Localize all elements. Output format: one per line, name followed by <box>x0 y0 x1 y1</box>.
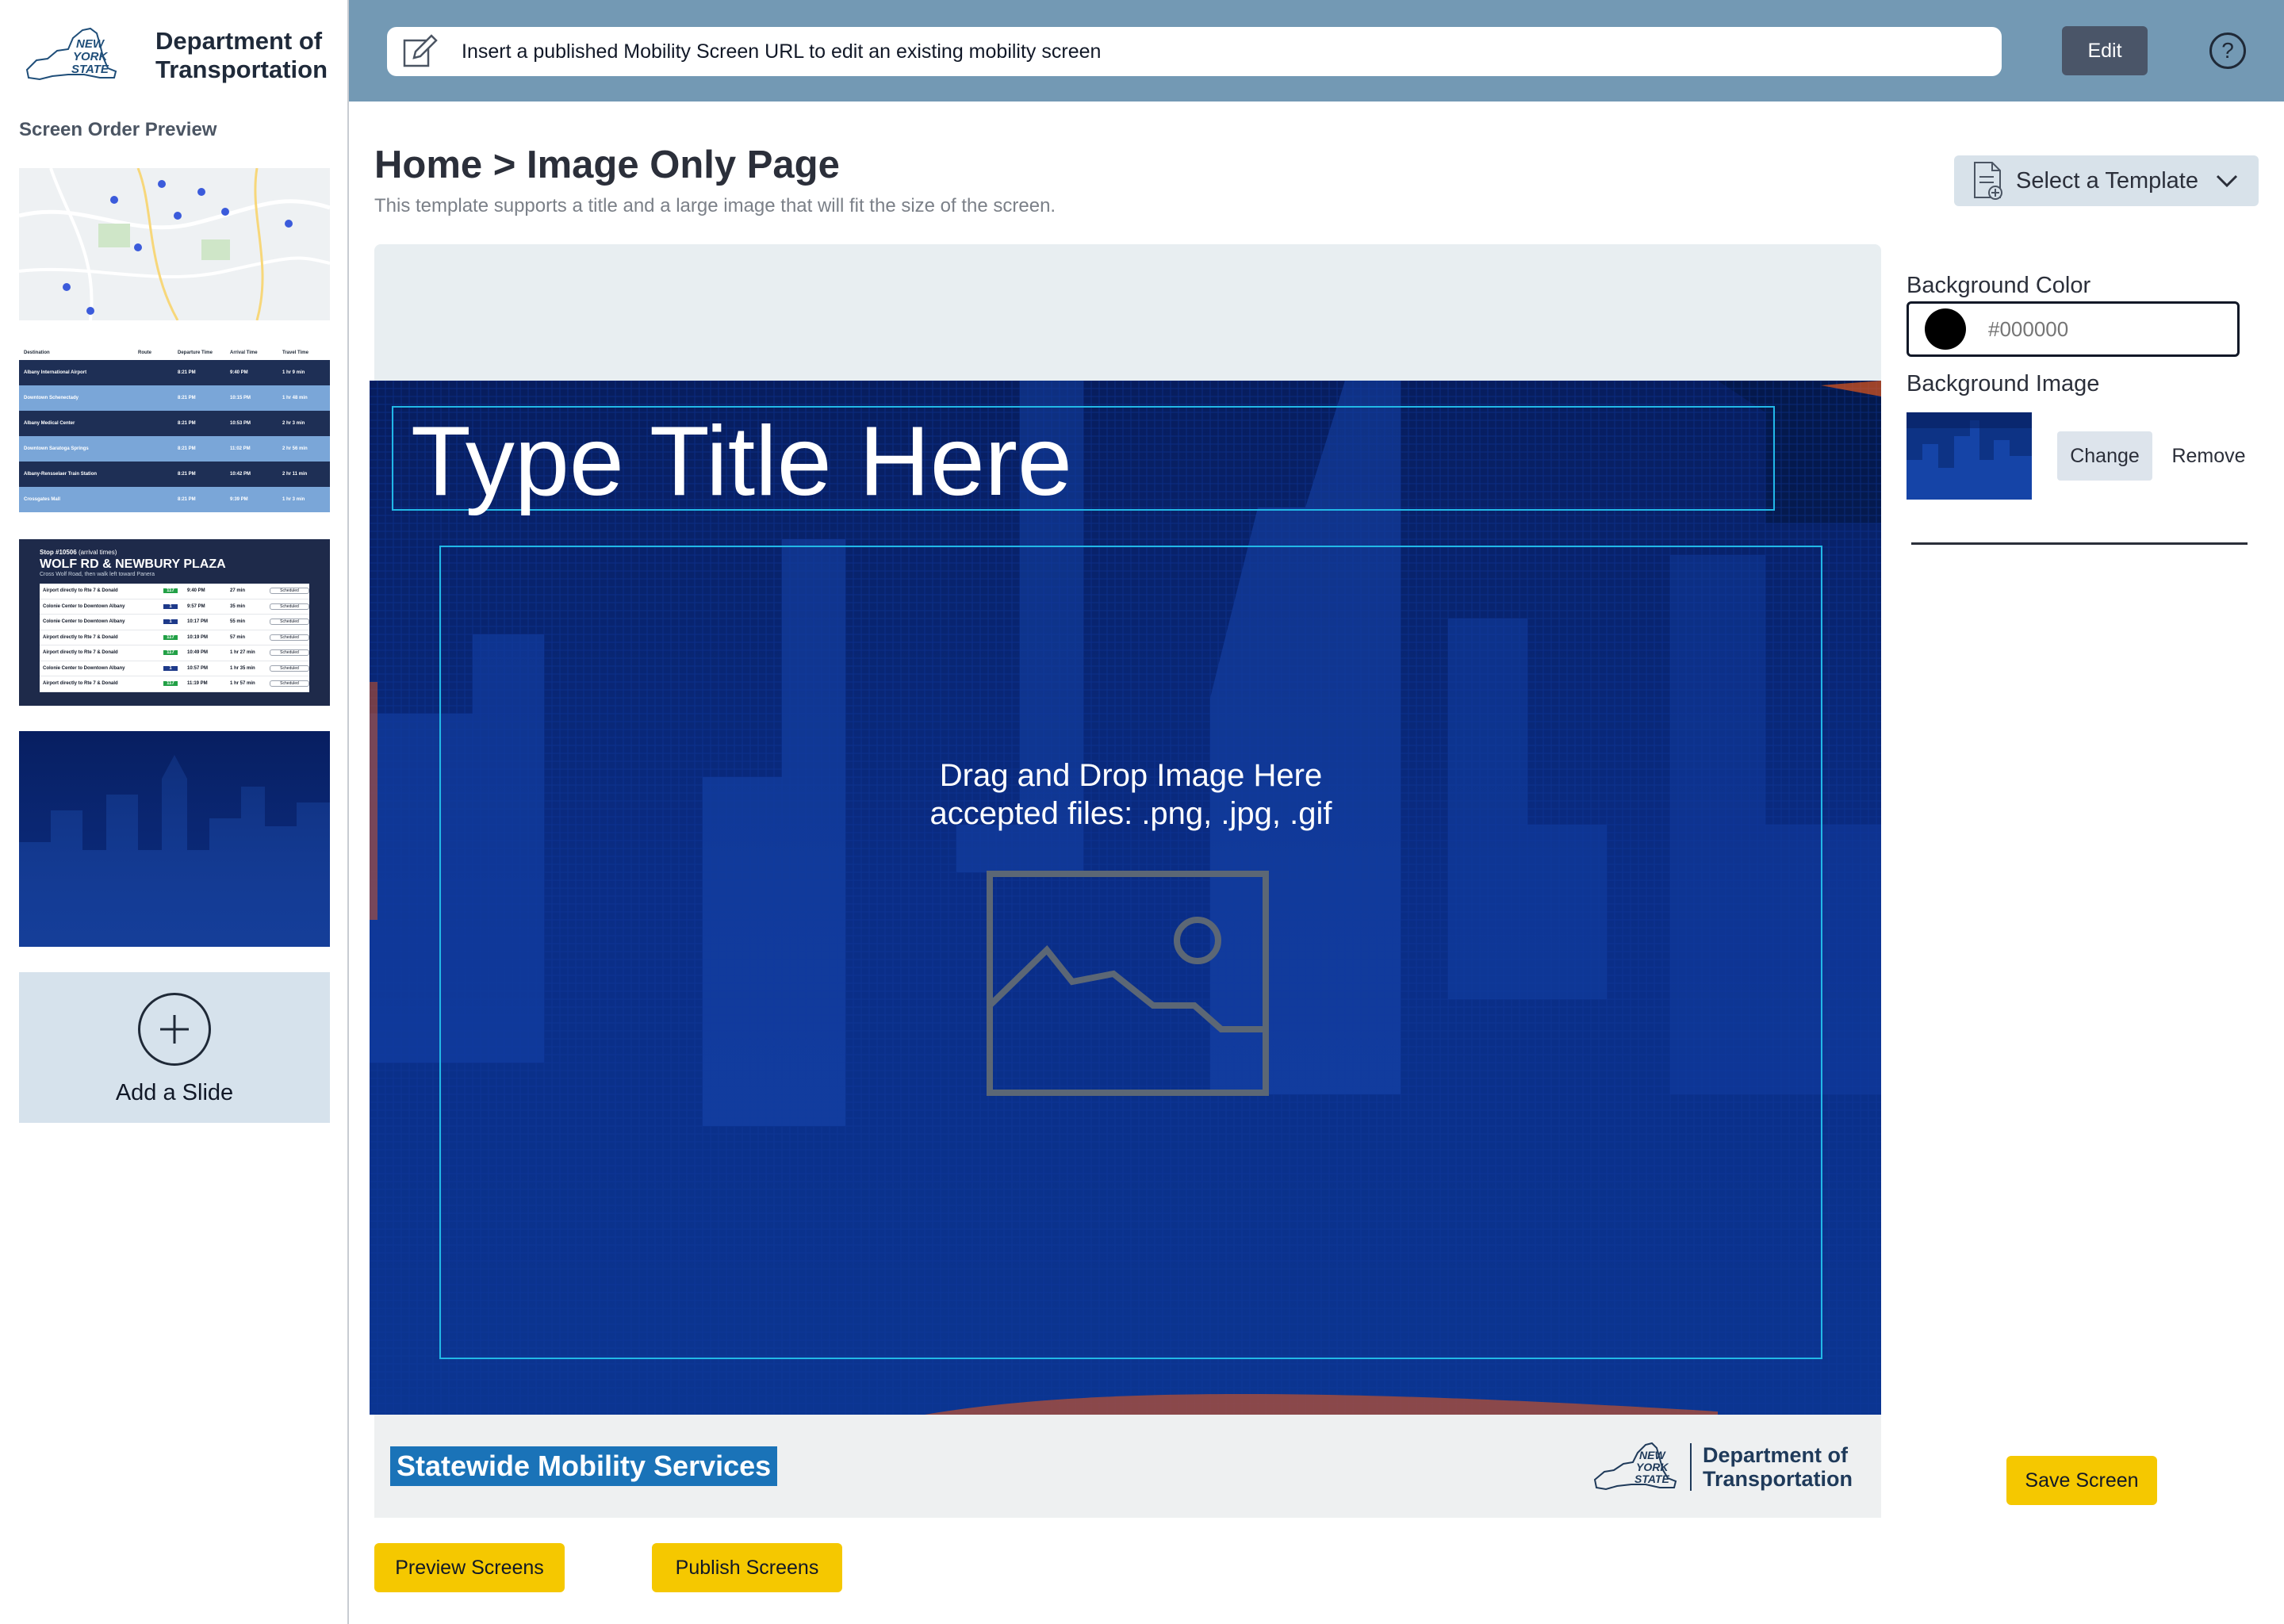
svg-text:STATE: STATE <box>1634 1473 1669 1485</box>
screen-canvas: Type Title Here Drag and Drop Image Here… <box>370 381 1881 1415</box>
chevron-down-icon <box>2216 174 2238 188</box>
skyline-preview-image <box>19 731 330 947</box>
image-drop-zone[interactable]: Drag and Drop Image Here accepted files:… <box>439 546 1822 1359</box>
document-add-icon <box>1974 162 2002 200</box>
plus-circle-icon <box>138 993 211 1066</box>
page-description: This template supports a title and a lar… <box>374 195 1056 216</box>
slide-thumbnail-destination-table[interactable]: Destination Route Departure Time Arrival… <box>19 346 330 512</box>
breadcrumb: Home > Image Only Page <box>374 144 840 186</box>
stop-title: WOLF RD & NEWBURY PLAZA <box>40 557 226 571</box>
canvas-header-area <box>374 244 1881 381</box>
thumb-table-row: Albany International Airport 8:21 PM 9:40 … <box>19 360 330 385</box>
publish-screens-button[interactable]: Publish Screens <box>652 1543 842 1592</box>
help-icon[interactable]: ? <box>2209 33 2246 69</box>
stop-number: Stop #10506 <box>40 549 77 556</box>
stop-table: Airport directly to Rte 7 & Donald 117 9:4… <box>40 584 309 692</box>
stop-suffix: (arrival times) <box>78 549 117 556</box>
background-image-preview <box>1907 412 2032 500</box>
stop-table-row: Colonie Center to Downtown Albany 1 10:17 … <box>40 615 309 630</box>
edit-button[interactable]: Edit <box>2062 26 2148 75</box>
select-template-dropdown[interactable]: Select a Template <box>1954 155 2259 206</box>
stop-table-row: Airport directly to Rte 7 & Donald 117 10:… <box>40 645 309 661</box>
preview-screens-button[interactable]: Preview Screens <box>374 1543 565 1592</box>
thumb-table-rows: Albany International Airport 8:21 PM 9:40 … <box>19 360 330 512</box>
stop-table-row: Airport directly to Rte 7 & Donald 117 9:4… <box>40 584 309 599</box>
drop-instructions: Drag and Drop Image Here accepted files:… <box>929 758 1332 831</box>
thumb-table-row: Downtown Saratoga Springs 8:21 PM 11:02 PM… <box>19 436 330 462</box>
background-color-field[interactable] <box>1907 301 2240 357</box>
department-name: Department of Transportation <box>155 27 328 83</box>
background-color-input[interactable] <box>1988 316 2226 342</box>
canvas-footer: Statewide Mobility Services NEW YORK STA… <box>374 1415 1881 1518</box>
image-placeholder-icon <box>987 871 1269 1096</box>
slide-thumbnail-image-only[interactable] <box>19 731 330 947</box>
screen-order-preview-title: Screen Order Preview <box>19 119 217 140</box>
add-slide-label: Add a Slide <box>115 1080 234 1105</box>
edit-pencil-icon <box>395 27 443 76</box>
svg-text:YORK: YORK <box>1636 1461 1669 1473</box>
sidebar: NEW YORK STATE Department of Transportat… <box>0 0 349 1624</box>
nysdot-logo: NEW YORK STATE Department of Transportat… <box>21 22 338 89</box>
footer-nysdot-logo: NEW YORK STATE Department of Transportat… <box>1592 1438 1853 1496</box>
svg-text:NEW: NEW <box>1639 1449 1666 1461</box>
panel-divider <box>1911 542 2248 545</box>
footer-department-name: Department of Transportation <box>1689 1443 1853 1491</box>
svg-text:STATE: STATE <box>71 63 109 76</box>
thumb-table-header: Destination Route Departure Time Arrival… <box>19 346 330 360</box>
slide-thumbnail-stop-schedule[interactable]: Stop #10506 (arrival times) WOLF RD & NE… <box>19 539 330 706</box>
save-screen-button[interactable]: Save Screen <box>2006 1456 2157 1505</box>
top-bar: Edit ? <box>349 0 2284 102</box>
screen-url-field[interactable] <box>387 27 2002 76</box>
map-preview-image <box>19 168 330 320</box>
new-york-state-logo-icon: NEW YORK STATE <box>21 22 124 89</box>
slide-thumbnail-map[interactable] <box>19 168 330 320</box>
select-template-label: Select a Template <box>2016 167 2198 193</box>
thumb-table-row: Downtown Schenectady 8:21 PM 10:15 PM 1 hr … <box>19 385 330 411</box>
stop-table-row: Airport directly to Rte 7 & Donald 117 10:… <box>40 630 309 645</box>
change-image-button[interactable]: Change <box>2057 431 2152 481</box>
screen-title[interactable]: Type Title Here <box>411 412 1072 511</box>
stop-table-row: Colonie Center to Downtown Albany 1 10:57 … <box>40 661 309 676</box>
stop-table-row: Colonie Center to Downtown Albany 1 9:57 P… <box>40 599 309 615</box>
screen-url-input[interactable] <box>462 40 1968 63</box>
stop-table-row: Airport directly to Rte 7 & Donald 117 11:… <box>40 676 309 692</box>
add-slide-button[interactable]: Add a Slide <box>19 972 330 1123</box>
footer-new-york-state-icon: NEW YORK STATE <box>1593 1442 1677 1491</box>
thumb-table-row: Crossgates Mall 8:21 PM 9:39 PM 1 hr 3 min <box>19 487 330 512</box>
thumb-table-row: Albany Medical Center 8:21 PM 10:53 PM 2 hr… <box>19 411 330 436</box>
background-color-label: Background Color <box>1907 273 2091 298</box>
background-image-thumbnail <box>1907 412 2032 500</box>
svg-text:YORK: YORK <box>73 50 109 63</box>
svg-text:NEW: NEW <box>76 37 105 51</box>
title-input-box[interactable]: Type Title Here <box>392 406 1775 511</box>
color-swatch[interactable] <box>1925 308 1966 350</box>
background-image-label: Background Image <box>1907 371 2100 396</box>
thumb-table-row: Albany-Rensselaer Train Station 8:21 PM 10… <box>19 462 330 487</box>
statewide-mobility-services-tag: Statewide Mobility Services <box>390 1446 778 1486</box>
stop-subtitle: Cross Wolf Road, then walk left toward P… <box>40 572 155 577</box>
remove-image-button[interactable]: Remove <box>2165 431 2252 481</box>
